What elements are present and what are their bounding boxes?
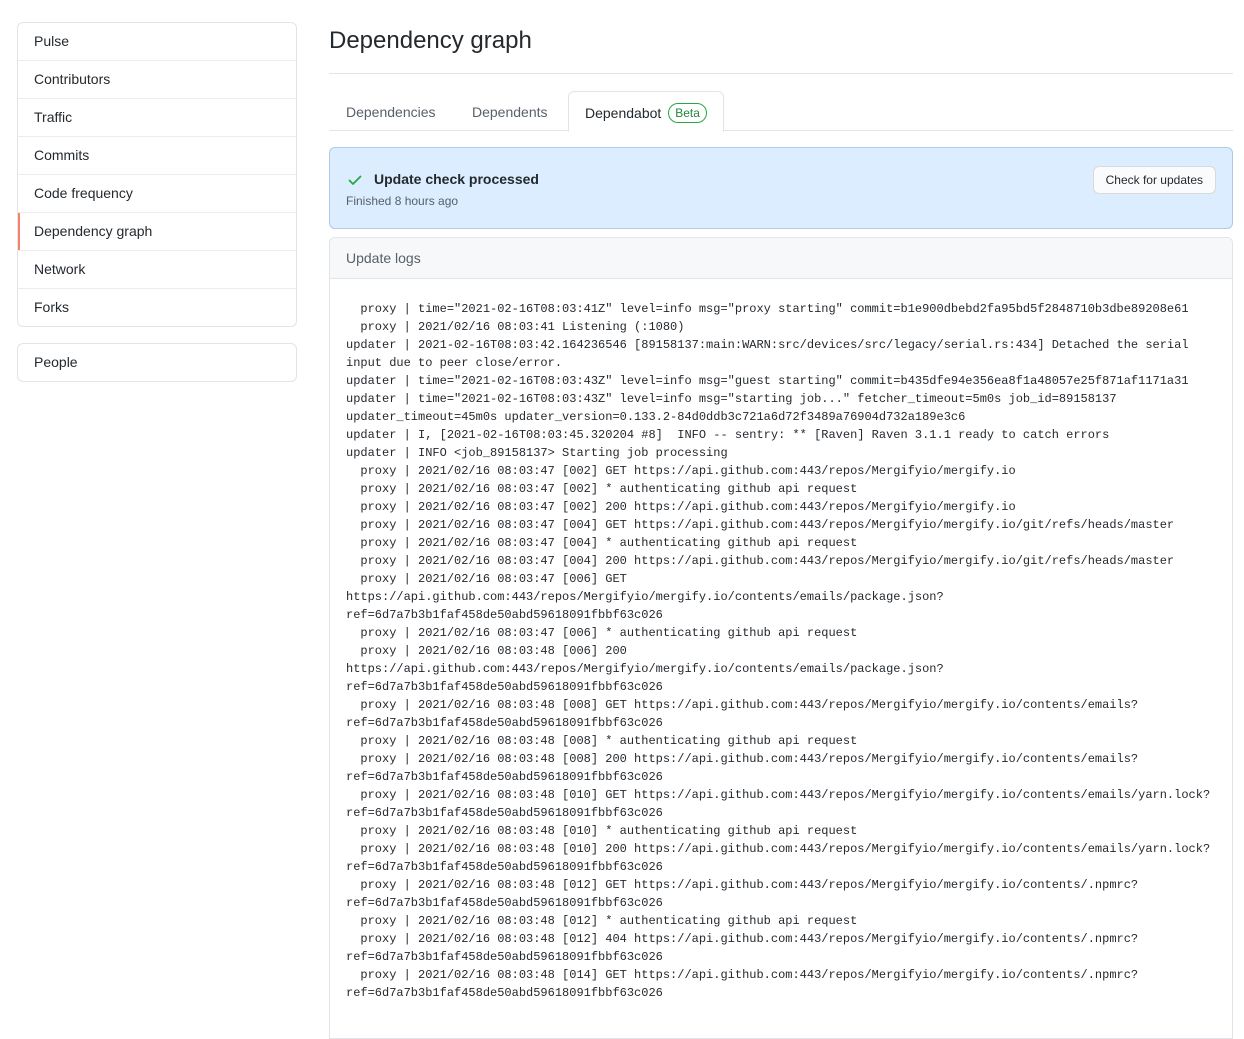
sidebar-item-commits[interactable]: Commits [18, 137, 296, 175]
log-line: proxy | 2021/02/16 08:03:48 [012] GET ht… [360, 878, 1139, 892]
sidebar-item-pulse[interactable]: Pulse [18, 23, 296, 61]
log-line: https://api.github.com:443/repos/Mergify… [346, 662, 944, 676]
insights-sidebar: Pulse Contributors Traffic Commits Code … [17, 22, 297, 382]
update-logs-output[interactable]: proxy | time="2021-02-16T08:03:41Z" leve… [330, 279, 1232, 1002]
log-line: proxy | 2021/02/16 08:03:47 [004] GET ht… [360, 518, 1175, 532]
log-line: proxy | time="2021-02-16T08:03:41Z" leve… [360, 302, 1189, 316]
log-line: proxy | 2021/02/16 08:03:47 [002] GET ht… [360, 464, 1016, 478]
log-line: ref=6d7a7b3b1faf458de50abd59618091fbbf63… [346, 860, 663, 874]
log-line: proxy | 2021/02/16 08:03:47 [004] 200 ht… [360, 554, 1175, 568]
check-icon [348, 175, 362, 185]
sidebar-item-network[interactable]: Network [18, 251, 296, 289]
log-line: proxy | 2021/02/16 08:03:48 [010] GET ht… [360, 788, 1211, 802]
log-line: ref=6d7a7b3b1faf458de50abd59618091fbbf63… [346, 986, 663, 1000]
log-line: proxy | 2021/02/16 08:03:48 [010] 200 ht… [360, 842, 1211, 856]
log-line: proxy | 2021/02/16 08:03:47 [006] GET [360, 572, 627, 586]
log-line: input due to peer close/error. [346, 356, 563, 370]
sidebar-item-contributors[interactable]: Contributors [18, 61, 296, 99]
log-line: proxy | 2021/02/16 08:03:48 [012] 404 ht… [360, 932, 1139, 946]
log-line: ref=6d7a7b3b1faf458de50abd59618091fbbf63… [346, 716, 663, 730]
log-line: updater | INFO <job_89158137> Starting j… [346, 446, 728, 460]
tab-dependabot-label: Dependabot [585, 105, 662, 121]
log-line: proxy | 2021/02/16 08:03:48 [008] 200 ht… [360, 752, 1139, 766]
sidebar-item-dependency-graph[interactable]: Dependency graph [18, 213, 296, 251]
log-line: updater | time="2021-02-16T08:03:43Z" le… [346, 392, 1117, 406]
beta-badge: Beta [668, 103, 707, 123]
update-status-flash: Update check processed Finished 8 hours … [329, 147, 1233, 229]
sidebar-item-forks[interactable]: Forks [18, 289, 296, 326]
log-line: ref=6d7a7b3b1faf458de50abd59618091fbbf63… [346, 896, 663, 910]
tab-nav: Dependencies Dependents Dependabot Beta [329, 91, 1233, 132]
log-line: updater | I, [2021-02-16T08:03:45.320204… [346, 428, 1110, 442]
tab-dependents[interactable]: Dependents [472, 91, 548, 130]
log-line: proxy | 2021/02/16 08:03:47 [002] 200 ht… [360, 500, 1016, 514]
log-line: ref=6d7a7b3b1faf458de50abd59618091fbbf63… [346, 806, 663, 820]
log-line: updater_timeout=45m0s updater_version=0.… [346, 410, 966, 424]
log-line: proxy | 2021/02/16 08:03:47 [004] * auth… [360, 536, 858, 550]
log-line: updater | 2021-02-16T08:03:42.164236546 … [346, 338, 1189, 352]
main-content: Dependency graph Dependencies Dependents… [329, 0, 1233, 1039]
insights-menu: Pulse Contributors Traffic Commits Code … [17, 22, 297, 327]
sidebar-item-people[interactable]: People [18, 344, 296, 381]
log-line: proxy | 2021/02/16 08:03:48 [010] * auth… [360, 824, 858, 838]
log-line: proxy | 2021/02/16 08:03:48 [006] 200 [360, 644, 627, 658]
log-line: proxy | 2021/02/16 08:03:48 [008] * auth… [360, 734, 858, 748]
page-title: Dependency graph [329, 0, 1233, 74]
log-line: ref=6d7a7b3b1faf458de50abd59618091fbbf63… [346, 950, 663, 964]
log-line: proxy | 2021/02/16 08:03:48 [008] GET ht… [360, 698, 1139, 712]
log-line: proxy | 2021/02/16 08:03:47 [002] * auth… [360, 482, 858, 496]
update-logs-panel: Update logs proxy | time="2021-02-16T08:… [329, 237, 1233, 1039]
update-logs-header: Update logs [330, 238, 1232, 279]
log-line: ref=6d7a7b3b1faf458de50abd59618091fbbf63… [346, 608, 663, 622]
log-line: proxy | 2021/02/16 08:03:41 Listening (:… [360, 320, 685, 334]
log-line: https://api.github.com:443/repos/Mergify… [346, 590, 944, 604]
tab-dependabot[interactable]: Dependabot Beta [568, 91, 724, 132]
flash-subtitle: Finished 8 hours ago [346, 194, 459, 208]
log-line: ref=6d7a7b3b1faf458de50abd59618091fbbf63… [346, 680, 663, 694]
people-menu: People [17, 343, 297, 382]
log-line: updater | time="2021-02-16T08:03:43Z" le… [346, 374, 1189, 388]
sidebar-item-traffic[interactable]: Traffic [18, 99, 296, 137]
log-line: proxy | 2021/02/16 08:03:48 [014] GET ht… [360, 968, 1139, 982]
check-for-updates-button[interactable]: Check for updates [1092, 166, 1216, 194]
log-line: ref=6d7a7b3b1faf458de50abd59618091fbbf63… [346, 770, 663, 784]
log-line: proxy | 2021/02/16 08:03:48 [012] * auth… [360, 914, 858, 928]
sidebar-item-code-frequency[interactable]: Code frequency [18, 175, 296, 213]
flash-title: Update check processed [374, 171, 539, 187]
log-line: proxy | 2021/02/16 08:03:47 [006] * auth… [360, 626, 858, 640]
tab-dependencies[interactable]: Dependencies [346, 91, 436, 130]
